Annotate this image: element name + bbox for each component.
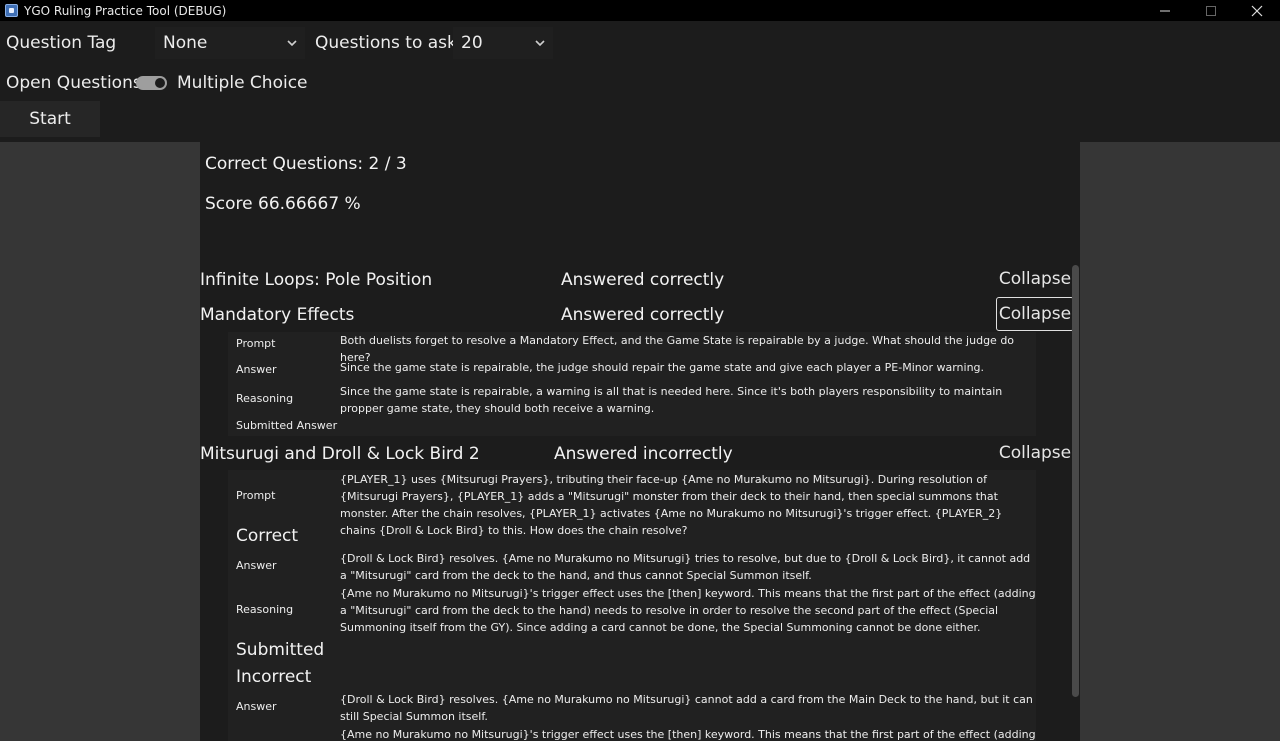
correct-heading: Correct: [236, 526, 299, 546]
question-title: Mitsurugi and Droll & Lock Bird 2: [200, 444, 480, 464]
question-title: Infinite Loops: Pole Position: [200, 270, 433, 290]
chevron-down-icon: [533, 35, 547, 55]
prompt-text: {PLAYER_1} uses {Mitsurugi Prayers}, tri…: [340, 473, 1003, 537]
question-status: Answered correctly: [561, 270, 725, 290]
collapse-button[interactable]: Collapse: [996, 262, 1074, 296]
submitted-answer-text: {Droll & Lock Bird} resolves. {Ame no Mu…: [340, 693, 1033, 723]
minimize-icon[interactable]: [1142, 0, 1188, 21]
open-questions-label: Open Questions: [6, 73, 142, 93]
question-title: Mandatory Effects: [200, 305, 355, 325]
incorrect-heading: Incorrect: [236, 667, 312, 687]
prompt-label: Prompt: [236, 489, 276, 502]
start-button[interactable]: Start: [0, 101, 100, 137]
window-title-bar: YGO Ruling Practice Tool (DEBUG): [0, 0, 1280, 21]
answer-label: Answer: [236, 363, 277, 376]
reasoning-label: Reasoning: [236, 392, 294, 405]
question-status: Answered incorrectly: [554, 444, 733, 464]
reasoning-text: Since the game state is repairable, a wa…: [340, 385, 1003, 415]
correct-reasoning-text: {Ame no Murakumo no Mitsurugi}'s trigger…: [340, 587, 1036, 634]
window-title: YGO Ruling Practice Tool (DEBUG): [24, 3, 227, 18]
answer-label: Answer: [236, 559, 277, 572]
question-tag-value: None: [163, 33, 208, 53]
close-icon[interactable]: [1234, 0, 1280, 21]
score-value: Score 66.66667 %: [205, 194, 361, 214]
correct-answer-text: {Droll & Lock Bird} resolves. {Ame no Mu…: [340, 552, 1031, 582]
correct-questions-count: Correct Questions: 2 / 3: [205, 154, 407, 174]
question-tag-select[interactable]: None: [155, 27, 305, 59]
questions-to-ask-label: Questions to ask:: [315, 33, 463, 53]
submitted-heading: Submitted: [236, 640, 325, 660]
settings-panel: Question Tag None Questions to ask: 20 O…: [0, 21, 1280, 142]
submitted-reasoning-text: {Ame no Murakumo no Mitsurugi}'s trigger…: [340, 728, 1036, 741]
answer-label: Answer: [236, 700, 277, 713]
collapse-button[interactable]: Collapse: [996, 436, 1074, 470]
multiple-choice-label: Multiple Choice: [177, 73, 308, 93]
question-mode-toggle[interactable]: [136, 76, 167, 90]
submitted-answer-label: Submitted Answer: [236, 419, 338, 432]
results-panel: Correct Questions: 2 / 3 Score 66.66667 …: [200, 142, 1080, 741]
prompt-label: Prompt: [236, 337, 276, 350]
question-tag-label: Question Tag: [6, 33, 117, 53]
reasoning-label: Reasoning: [236, 603, 294, 616]
maximize-icon[interactable]: [1188, 0, 1234, 21]
answer-text: Since the game state is repairable, the …: [340, 361, 985, 374]
toggle-knob: [155, 78, 165, 88]
results-scrollbar[interactable]: [1072, 265, 1079, 697]
app-icon: [5, 4, 18, 17]
chevron-down-icon: [285, 35, 299, 55]
question-status: Answered correctly: [561, 305, 725, 325]
collapse-button[interactable]: Collapse: [996, 297, 1074, 331]
questions-to-ask-value: 20: [461, 33, 483, 53]
questions-to-ask-select[interactable]: 20: [453, 27, 553, 59]
